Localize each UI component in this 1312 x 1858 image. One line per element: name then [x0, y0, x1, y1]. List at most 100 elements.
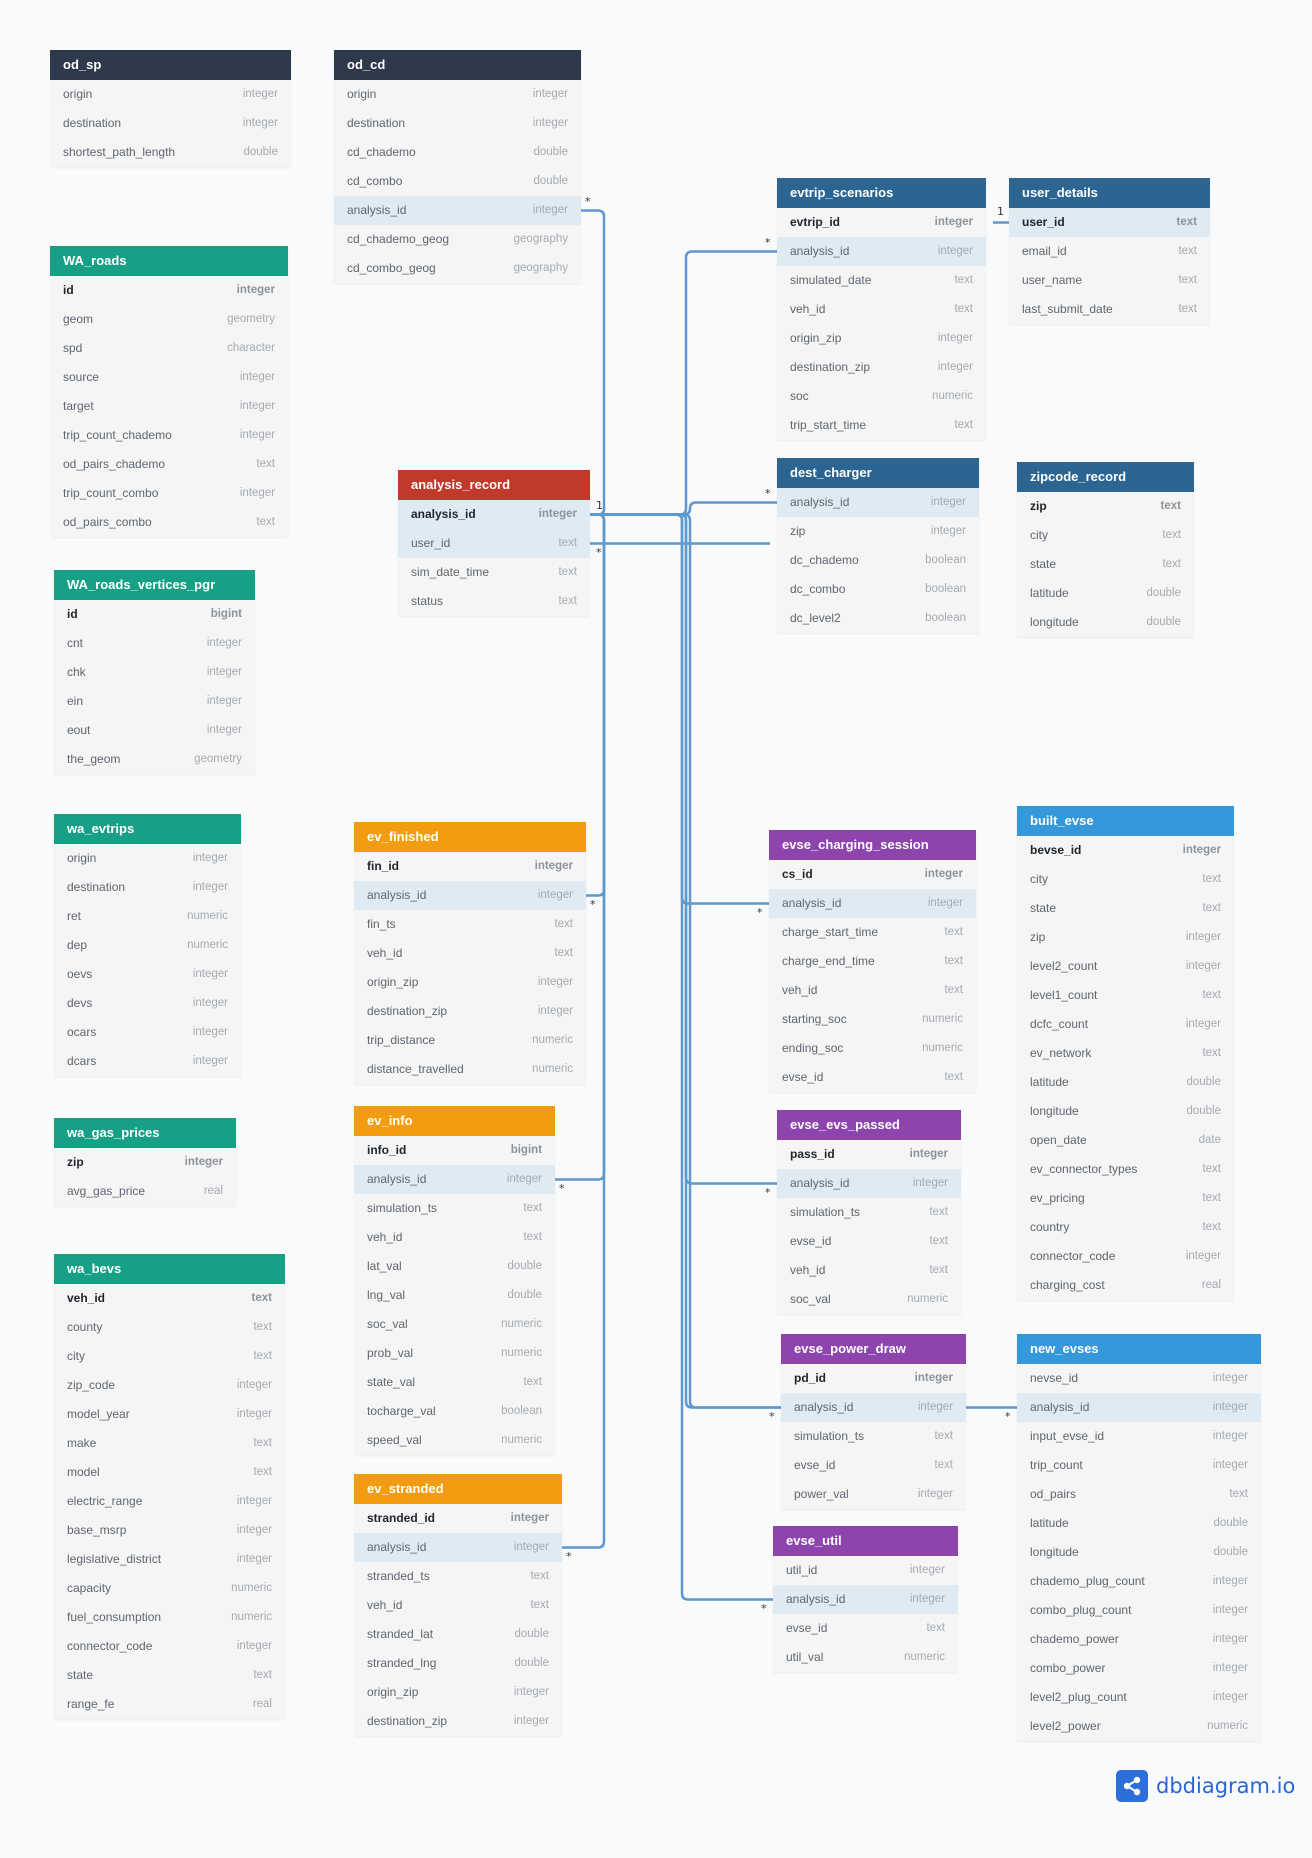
table-row[interactable]: zip_code integer: [54, 1371, 285, 1400]
table-row[interactable]: state text: [54, 1661, 285, 1690]
table-wa-roads-vertices-pgr[interactable]: WA_roads_vertices_pgr id bigint cnt integer c…: [54, 570, 255, 774]
table-row[interactable]: longitude double: [1017, 608, 1194, 637]
table-row[interactable]: veh_id text: [354, 939, 586, 968]
table-ev-stranded[interactable]: ev_stranded stranded_id integer analysis_id…: [354, 1474, 562, 1736]
table-row[interactable]: evse_id text: [769, 1063, 976, 1092]
table-row[interactable]: dep numeric: [54, 931, 241, 960]
table-row[interactable]: capacity numeric: [54, 1574, 285, 1603]
table-row[interactable]: analysis_id integer: [354, 1533, 562, 1562]
table-row[interactable]: origin_zip integer: [354, 968, 586, 997]
table-wa-bevs[interactable]: wa_bevs veh_id text county text city text zip_c…: [54, 1254, 285, 1719]
table-row[interactable]: veh_id text: [354, 1591, 562, 1620]
table-row[interactable]: evse_id text: [781, 1451, 966, 1480]
table-evse-charging-session[interactable]: evse_charging_session cs_id integer analysi…: [769, 830, 976, 1092]
table-row[interactable]: veh_id text: [54, 1284, 285, 1313]
table-row[interactable]: shortest_path_length double: [50, 138, 291, 167]
table-row[interactable]: open_date date: [1017, 1126, 1234, 1155]
table-row[interactable]: destination_zip integer: [777, 353, 986, 382]
table-row[interactable]: veh_id text: [354, 1223, 555, 1252]
table-row[interactable]: state_val text: [354, 1368, 555, 1397]
table-od-sp[interactable]: od_sp origin integer destination integer shor…: [50, 50, 291, 167]
table-row[interactable]: ocars integer: [54, 1018, 241, 1047]
table-row[interactable]: od_pairs text: [1017, 1480, 1261, 1509]
table-row[interactable]: oevs integer: [54, 960, 241, 989]
table-header[interactable]: WA_roads_vertices_pgr: [54, 570, 255, 600]
table-row[interactable]: cd_chademo double: [334, 138, 581, 167]
table-row[interactable]: combo_power integer: [1017, 1654, 1261, 1683]
table-header[interactable]: ev_info: [354, 1106, 555, 1136]
table-header[interactable]: od_cd: [334, 50, 581, 80]
table-row[interactable]: make text: [54, 1429, 285, 1458]
table-row[interactable]: analysis_id integer: [1017, 1393, 1261, 1422]
table-evse-evs-passed[interactable]: evse_evs_passed pass_id integer analysis_id…: [777, 1110, 961, 1314]
table-dest-charger[interactable]: dest_charger analysis_id integer zip integer…: [777, 458, 979, 633]
table-row[interactable]: last_submit_date text: [1009, 295, 1210, 324]
table-row[interactable]: level2_count integer: [1017, 952, 1234, 981]
table-row[interactable]: destination integer: [50, 109, 291, 138]
table-row[interactable]: analysis_id integer: [334, 196, 581, 225]
table-row[interactable]: state text: [1017, 894, 1234, 923]
table-row[interactable]: status text: [398, 587, 590, 616]
table-ev-finished[interactable]: ev_finished fin_id integer analysis_id integ…: [354, 822, 586, 1084]
table-row[interactable]: cd_combo_geog geography: [334, 254, 581, 283]
table-row[interactable]: city text: [54, 1342, 285, 1371]
table-row[interactable]: distance_travelled numeric: [354, 1055, 586, 1084]
table-row[interactable]: source integer: [50, 363, 288, 392]
table-row[interactable]: charge_start_time text: [769, 918, 976, 947]
table-row[interactable]: prob_val numeric: [354, 1339, 555, 1368]
table-row[interactable]: longitude double: [1017, 1538, 1261, 1567]
table-row[interactable]: veh_id text: [769, 976, 976, 1005]
table-row[interactable]: evtrip_id integer: [777, 208, 986, 237]
table-row[interactable]: trip_count integer: [1017, 1451, 1261, 1480]
table-row[interactable]: util_id integer: [773, 1556, 958, 1585]
table-row[interactable]: ev_network text: [1017, 1039, 1234, 1068]
table-header[interactable]: ev_finished: [354, 822, 586, 852]
table-user-details[interactable]: user_details user_id text email_id text user_…: [1009, 178, 1210, 324]
table-row[interactable]: analysis_id integer: [781, 1393, 966, 1422]
table-row[interactable]: stranded_lat double: [354, 1620, 562, 1649]
table-row[interactable]: ret numeric: [54, 902, 241, 931]
table-row[interactable]: analysis_id integer: [354, 881, 586, 910]
table-row[interactable]: destination integer: [54, 873, 241, 902]
table-row[interactable]: latitude double: [1017, 1509, 1261, 1538]
table-row[interactable]: origin_zip integer: [354, 1678, 562, 1707]
table-row[interactable]: util_val numeric: [773, 1643, 958, 1672]
table-row[interactable]: devs integer: [54, 989, 241, 1018]
table-header[interactable]: evtrip_scenarios: [777, 178, 986, 208]
table-row[interactable]: target integer: [50, 392, 288, 421]
table-row[interactable]: level1_count text: [1017, 981, 1234, 1010]
table-row[interactable]: evse_id text: [777, 1227, 961, 1256]
table-row[interactable]: model text: [54, 1458, 285, 1487]
table-row[interactable]: od_pairs_chademo text: [50, 450, 288, 479]
table-row[interactable]: nevse_id integer: [1017, 1364, 1261, 1393]
table-header[interactable]: analysis_record: [398, 470, 590, 500]
table-row[interactable]: analysis_id integer: [769, 889, 976, 918]
table-row[interactable]: charging_cost real: [1017, 1271, 1234, 1300]
table-row[interactable]: bevse_id integer: [1017, 836, 1234, 865]
table-row[interactable]: analysis_id integer: [773, 1585, 958, 1614]
table-row[interactable]: trip_count_combo integer: [50, 479, 288, 508]
table-row[interactable]: model_year integer: [54, 1400, 285, 1429]
table-row[interactable]: fin_ts text: [354, 910, 586, 939]
table-header[interactable]: new_evses: [1017, 1334, 1261, 1364]
table-row[interactable]: range_fe real: [54, 1690, 285, 1719]
table-header[interactable]: wa_gas_prices: [54, 1118, 236, 1148]
table-row[interactable]: veh_id text: [777, 1256, 961, 1285]
table-row[interactable]: chk integer: [54, 658, 255, 687]
table-row[interactable]: email_id text: [1009, 237, 1210, 266]
table-header[interactable]: WA_roads: [50, 246, 288, 276]
table-row[interactable]: dcfc_count integer: [1017, 1010, 1234, 1039]
table-row[interactable]: simulation_ts text: [354, 1194, 555, 1223]
table-row[interactable]: sim_date_time text: [398, 558, 590, 587]
table-row[interactable]: analysis_id integer: [777, 488, 979, 517]
table-row[interactable]: analysis_id integer: [777, 1169, 961, 1198]
table-row[interactable]: connector_code integer: [54, 1632, 285, 1661]
table-row[interactable]: county text: [54, 1313, 285, 1342]
diagram-canvas[interactable]: od_sp origin integer destination integer shor…: [0, 0, 1312, 1858]
table-header[interactable]: evse_evs_passed: [777, 1110, 961, 1140]
table-row[interactable]: user_name text: [1009, 266, 1210, 295]
table-row[interactable]: state text: [1017, 550, 1194, 579]
table-row[interactable]: chademo_plug_count integer: [1017, 1567, 1261, 1596]
table-ev-info[interactable]: ev_info info_id bigint analysis_id integer si…: [354, 1106, 555, 1455]
table-row[interactable]: simulation_ts text: [777, 1198, 961, 1227]
